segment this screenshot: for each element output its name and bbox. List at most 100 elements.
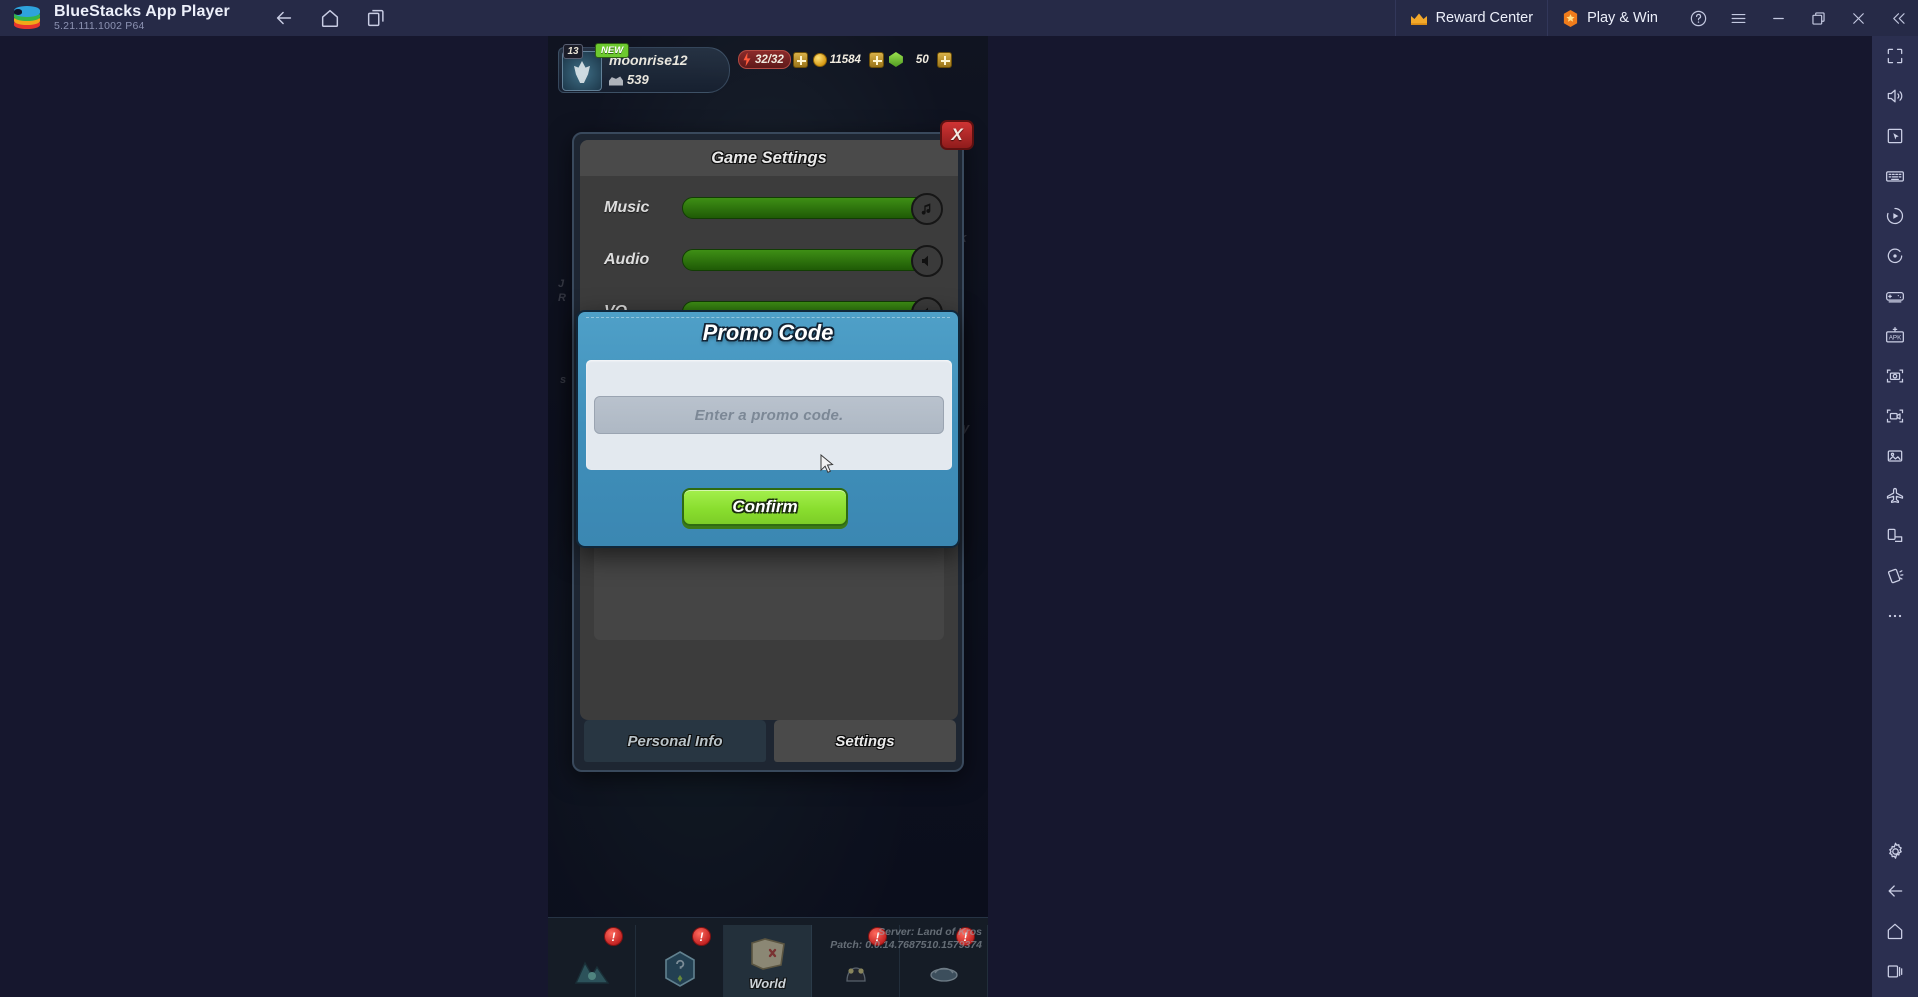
game-settings-header: Game Settings <box>580 140 958 176</box>
bottom-nav-world[interactable]: World <box>724 925 812 997</box>
sidebar-item-macro-recorder[interactable] <box>1872 196 1918 236</box>
promo-code-dialog: Promo Code Enter a promo code. Confirm <box>576 310 960 548</box>
energy-add-button[interactable] <box>792 51 808 68</box>
energy-capsule: 32/32 <box>738 50 791 69</box>
gem-group[interactable]: 50 <box>886 50 952 69</box>
sidebar-item-volume[interactable] <box>1872 76 1918 116</box>
game-settings-title: Game Settings <box>711 148 827 167</box>
gold-add-button[interactable] <box>868 51 884 68</box>
slider-track-music[interactable] <box>682 193 943 225</box>
slider-knob-audio[interactable] <box>911 245 943 277</box>
gear-icon <box>1888 842 1902 859</box>
camera-icon <box>1886 369 1904 383</box>
help-circle-icon <box>1690 10 1706 26</box>
menu-button[interactable] <box>1718 0 1758 36</box>
confirm-button-label: Confirm <box>732 497 798 516</box>
gold-capsule: 11584 <box>810 50 867 69</box>
sidebar-item-keyboard-controls[interactable] <box>1872 156 1918 196</box>
slider-label-music: Music <box>604 199 650 216</box>
bottom-nav-heroes[interactable]: ! <box>812 925 900 997</box>
gamepad-icon <box>1886 292 1904 303</box>
app-title: BlueStacks App Player <box>54 2 230 20</box>
summon-icon <box>664 951 695 987</box>
multi-instance-button[interactable] <box>356 2 396 34</box>
airplane-icon <box>1886 487 1904 504</box>
sidebar-item-fullscreen[interactable] <box>1872 36 1918 76</box>
gold-group[interactable]: 11584 <box>810 50 884 69</box>
slider-label-audio: Audio <box>604 251 650 268</box>
sidebar-item-screenshot[interactable] <box>1872 356 1918 396</box>
shop-icon <box>929 967 958 982</box>
player-power: 539 <box>609 72 649 87</box>
promo-code-panel: Enter a promo code. <box>586 360 952 470</box>
rotate-screen-icon <box>1887 528 1903 543</box>
sidebar-item-sync-operations[interactable] <box>1872 236 1918 276</box>
keyboard-icon <box>1886 171 1904 182</box>
minimize-button[interactable] <box>1758 0 1798 36</box>
bottom-nav-world-label: World <box>749 976 786 991</box>
help-button[interactable] <box>1678 0 1718 36</box>
ellipsis-icon <box>1888 614 1902 618</box>
multi-instance-icon <box>367 9 384 27</box>
close-button[interactable] <box>1838 0 1878 36</box>
sidebar-item-android-back[interactable] <box>1872 871 1918 911</box>
sidebar-item-eco-mode[interactable] <box>1872 476 1918 516</box>
world-map-icon <box>750 938 785 970</box>
player-card[interactable]: 13 NEW moonrise12 539 <box>558 43 730 93</box>
hex-star-icon <box>1562 9 1579 27</box>
bottom-nav-summon[interactable]: ! <box>636 925 724 997</box>
sidebar-item-more-options[interactable] <box>1872 596 1918 636</box>
gallery-image-icon <box>1887 450 1903 462</box>
slider-knob-music[interactable] <box>911 193 943 225</box>
video-camera-icon <box>1886 409 1904 423</box>
home-icon <box>321 9 338 27</box>
reward-center-button[interactable]: Reward Center <box>1394 0 1548 36</box>
play-and-win-button[interactable]: Play & Win <box>1547 0 1672 36</box>
chevron-double-left-icon <box>1892 12 1905 24</box>
speaker-icon <box>922 255 928 267</box>
promo-code-input[interactable]: Enter a promo code. <box>594 396 944 434</box>
sidebar-item-rotate-screen[interactable] <box>1872 516 1918 556</box>
gold-value: 11584 <box>829 53 861 66</box>
sidebar-item-gamepad[interactable] <box>1872 276 1918 316</box>
settings-close-button[interactable]: X <box>940 120 974 150</box>
badge-summon: ! <box>692 927 711 946</box>
bottom-nav-expedition[interactable]: ! <box>548 925 636 997</box>
tab-settings[interactable]: Settings <box>774 720 956 762</box>
new-badge: NEW <box>595 43 630 58</box>
collapse-sidebar-button[interactable] <box>1878 0 1918 36</box>
power-icon <box>609 76 623 86</box>
back-button[interactable] <box>264 2 304 34</box>
sidebar-item-install-apk[interactable]: APK <box>1872 316 1918 356</box>
svg-text:APK: APK <box>1889 334 1902 341</box>
slider-row-music: Music <box>580 188 958 228</box>
maximize-button[interactable] <box>1798 0 1838 36</box>
sidebar-item-media-manager[interactable] <box>1872 436 1918 476</box>
promo-dialog-stitching <box>586 317 950 318</box>
home-button[interactable] <box>310 2 350 34</box>
sidebar-item-android-home[interactable] <box>1872 911 1918 951</box>
sidebar-item-android-recents[interactable] <box>1872 951 1918 991</box>
sidebar-item-pointer[interactable] <box>1872 116 1918 156</box>
crown-icon <box>1410 12 1428 25</box>
play-and-win-label: Play & Win <box>1587 10 1658 26</box>
sidebar-item-record-screen[interactable] <box>1872 396 1918 436</box>
badge-shop: ! <box>956 927 975 946</box>
promo-code-placeholder: Enter a promo code. <box>694 406 844 424</box>
reward-center-label: Reward Center <box>1435 10 1534 26</box>
slider-track-audio[interactable] <box>682 245 943 277</box>
recents-icon <box>1887 965 1903 978</box>
confirm-button[interactable]: Confirm <box>682 488 848 526</box>
gem-value: 50 <box>915 53 929 66</box>
sidebar-item-shake[interactable] <box>1872 556 1918 596</box>
game-bottom-nav: ! ! World ! ! Server: Land of Kros Patch… <box>548 917 988 997</box>
slider-row-audio: Audio <box>580 240 958 280</box>
gem-add-button[interactable] <box>936 51 952 68</box>
bottom-nav-shop[interactable]: ! <box>900 925 988 997</box>
sidebar-item-settings[interactable] <box>1872 831 1918 871</box>
volume-icon <box>1887 89 1903 103</box>
resource-bar: 32/32 11584 50 <box>738 50 952 69</box>
energy-group[interactable]: 32/32 <box>738 50 808 69</box>
energy-value: 32/32 <box>755 53 784 66</box>
tab-personal-info[interactable]: Personal Info <box>584 720 766 762</box>
